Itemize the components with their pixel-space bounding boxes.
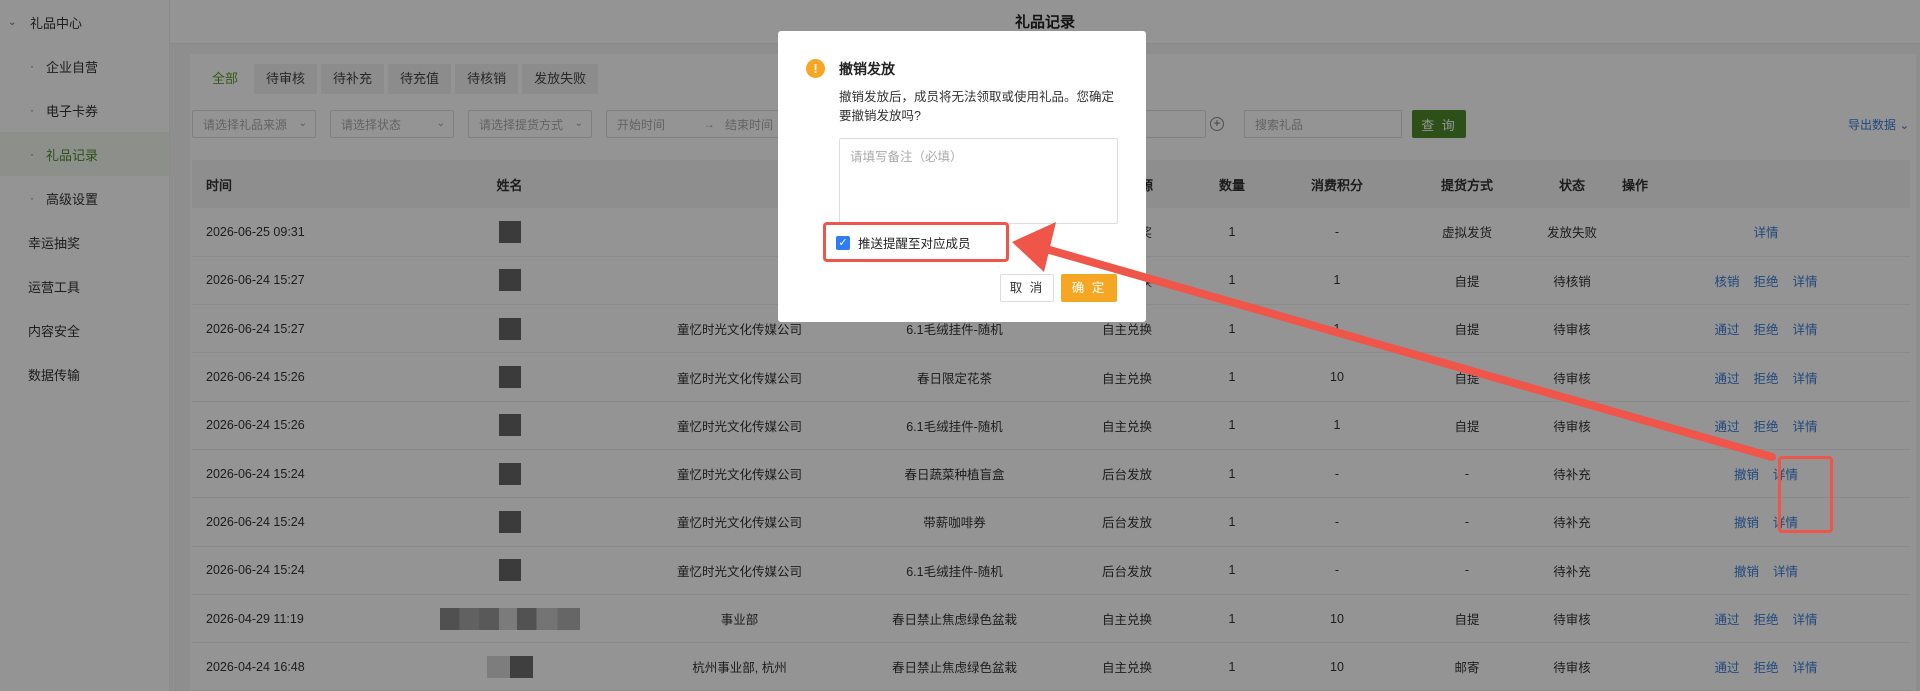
annotation-arrow-icon [1012,222,1776,461]
